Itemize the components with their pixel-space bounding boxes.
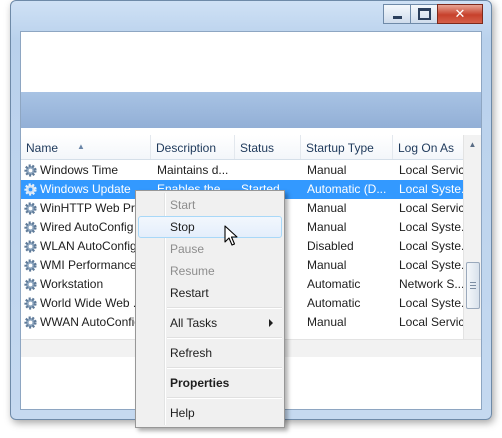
service-logon-cell: Local Service xyxy=(399,315,468,329)
service-logon-cell: Local Syste... xyxy=(399,258,468,272)
gear-icon xyxy=(24,297,37,310)
column-header-name[interactable]: ▲ Name xyxy=(21,135,151,159)
column-header-status[interactable]: Status xyxy=(235,135,301,159)
scroll-thumb[interactable] xyxy=(466,262,480,309)
service-name-cell: WinHTTP Web Pr... xyxy=(21,199,151,218)
service-startup-cell: Manual xyxy=(307,201,347,215)
service-description-cell: Maintains d... xyxy=(157,163,229,177)
service-logon-cell: Local Syste... xyxy=(399,220,468,234)
minimize-button[interactable] xyxy=(383,4,411,24)
menu-separator xyxy=(167,397,282,399)
gear-icon xyxy=(24,164,37,177)
service-name-cell: WWAN AutoConfig xyxy=(21,313,151,332)
gear-icon xyxy=(24,316,37,329)
menu-item-resume[interactable]: Resume xyxy=(138,260,282,282)
menu-separator xyxy=(167,367,282,369)
service-name-cell: Wired AutoConfig xyxy=(21,218,151,237)
service-logon-cell: Local Service xyxy=(399,201,468,215)
menu-item-pause[interactable]: Pause xyxy=(138,238,282,260)
grip-line xyxy=(470,285,476,286)
mouse-pointer-icon xyxy=(224,225,238,246)
maximize-icon xyxy=(417,8,431,20)
service-startup-cell: Manual xyxy=(307,163,347,177)
service-name-cell: Workstation xyxy=(21,275,151,294)
gear-icon xyxy=(24,278,37,291)
menu-item-properties[interactable]: Properties xyxy=(138,372,282,394)
gear-icon xyxy=(24,221,37,234)
submenu-arrow-icon xyxy=(269,319,273,327)
table-row[interactable]: Windows Time Maintains d... Manual Local… xyxy=(21,161,468,180)
scroll-up-icon[interactable]: ▲ xyxy=(465,137,480,152)
menu-separator xyxy=(167,307,282,309)
service-name-cell: WMI Performance xyxy=(21,256,151,275)
service-startup-cell: Automatic xyxy=(307,296,361,310)
menu-item-refresh[interactable]: Refresh xyxy=(138,342,282,364)
service-startup-cell: Manual xyxy=(307,220,347,234)
menu-item-all-tasks[interactable]: All Tasks xyxy=(138,312,282,334)
gear-icon xyxy=(24,259,37,272)
service-name-cell: World Wide Web ... xyxy=(21,294,151,313)
grip-line xyxy=(470,288,476,289)
service-name-cell: WLAN AutoConfig xyxy=(21,237,151,256)
service-logon-cell: Local Syste... xyxy=(399,182,468,196)
sort-ascending-icon: ▲ xyxy=(77,142,85,151)
gear-icon xyxy=(24,240,37,253)
service-startup-cell: Automatic (D... xyxy=(307,182,387,196)
vertical-scrollbar[interactable]: ▲ ▼ xyxy=(463,135,481,357)
service-logon-cell: Local Service xyxy=(399,163,468,177)
column-header: ▲ Name Description Status Startup Type L… xyxy=(21,135,464,160)
maximize-button[interactable] xyxy=(410,4,438,24)
service-status-cell xyxy=(238,161,301,180)
close-icon: ✕ xyxy=(454,6,466,22)
close-button[interactable]: ✕ xyxy=(437,4,483,24)
grip-line xyxy=(470,282,476,283)
service-startup-cell: Manual xyxy=(307,315,347,329)
column-header-startup-type[interactable]: Startup Type xyxy=(301,135,393,159)
service-startup-cell: Manual xyxy=(307,258,347,272)
menu-item-help[interactable]: Help xyxy=(138,402,282,424)
minimize-icon xyxy=(392,15,402,19)
caption-buttons: ✕ xyxy=(383,4,483,24)
service-logon-cell: Network S... xyxy=(399,277,465,291)
service-logon-cell: Local Syste... xyxy=(399,296,468,310)
menu-item-label: All Tasks xyxy=(170,316,218,330)
menu-item-stop[interactable]: Stop xyxy=(138,216,282,238)
service-logon-cell: Local Syste... xyxy=(399,239,468,253)
column-header-description[interactable]: Description xyxy=(151,135,235,159)
column-header-log-on-as[interactable]: Log On As xyxy=(393,135,466,159)
gear-icon xyxy=(24,202,37,215)
service-name-cell: Windows Update xyxy=(21,180,151,199)
extended-view-band xyxy=(21,92,481,128)
service-startup-cell: Automatic xyxy=(307,277,361,291)
menu-separator xyxy=(167,337,282,339)
service-startup-cell: Disabled xyxy=(307,239,354,253)
menu-item-restart[interactable]: Restart xyxy=(138,282,282,304)
gear-icon xyxy=(24,183,37,196)
menu-item-start[interactable]: Start xyxy=(138,194,282,216)
service-name-cell: Windows Time xyxy=(21,161,151,180)
context-menu: Start Stop Pause Resume Restart All Task… xyxy=(135,190,285,428)
